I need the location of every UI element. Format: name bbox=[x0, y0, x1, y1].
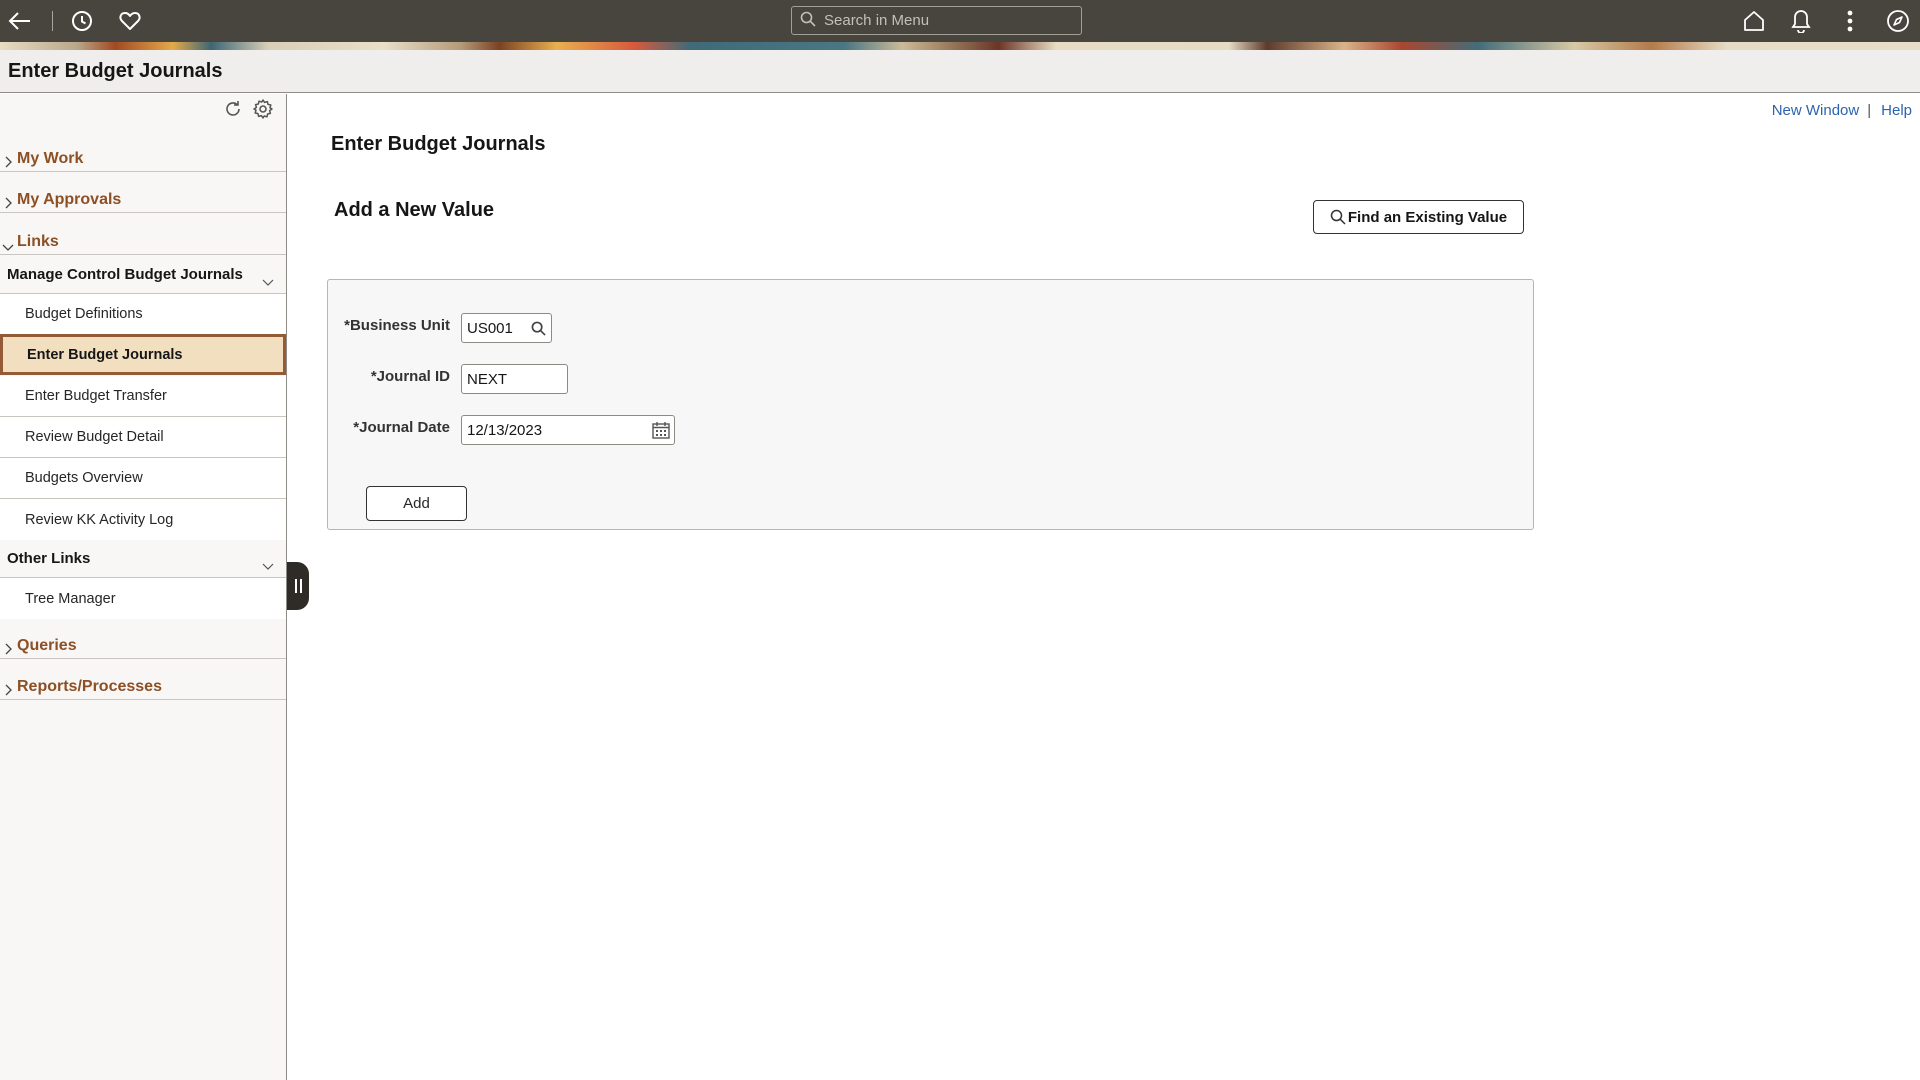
help-link[interactable]: Help bbox=[1881, 102, 1912, 119]
sidebar-item-tree-manager[interactable]: Tree Manager bbox=[0, 578, 286, 619]
header-links: New Window | Help bbox=[1772, 102, 1912, 119]
menu-search-box[interactable] bbox=[791, 6, 1082, 35]
left-sidebar: My Work My Approvals Links Manage Contro… bbox=[0, 94, 287, 1080]
sidebar-section-label: My Approvals bbox=[17, 191, 122, 208]
sidebar-group-other-links[interactable]: Other Links bbox=[0, 540, 286, 578]
chevron-down-icon bbox=[262, 558, 274, 576]
sidebar-section-reports-processes[interactable]: Reports/Processes bbox=[0, 659, 286, 700]
sidebar-item-budgets-overview[interactable]: Budgets Overview bbox=[0, 458, 286, 499]
home-icon[interactable] bbox=[1742, 9, 1766, 33]
settings-gear-icon[interactable] bbox=[252, 98, 274, 120]
business-unit-input[interactable] bbox=[462, 314, 525, 342]
journal-date-label: *Journal Date bbox=[353, 419, 450, 436]
sidebar-item-review-kk-activity-log[interactable]: Review KK Activity Log bbox=[0, 499, 286, 540]
lookup-search-icon[interactable] bbox=[525, 321, 551, 336]
favorites-heart-icon[interactable] bbox=[118, 9, 142, 33]
toolbar-divider bbox=[52, 11, 53, 31]
find-existing-value-label: Find an Existing Value bbox=[1347, 208, 1508, 226]
sidebar-tools bbox=[222, 98, 274, 120]
history-icon[interactable] bbox=[70, 9, 94, 33]
drag-handle-bar bbox=[299, 579, 302, 593]
page-title-bar: Enter Budget Journals bbox=[0, 50, 1920, 93]
journal-id-field bbox=[461, 364, 568, 394]
business-unit-field bbox=[461, 313, 552, 343]
sidebar-item-enter-budget-journals[interactable]: Enter Budget Journals bbox=[0, 334, 286, 375]
calendar-icon[interactable] bbox=[648, 420, 674, 440]
chevron-right-icon bbox=[0, 684, 16, 696]
sidebar-section-my-approvals[interactable]: My Approvals bbox=[0, 172, 286, 213]
chevron-down-icon bbox=[262, 274, 274, 292]
new-window-link[interactable]: New Window bbox=[1772, 102, 1860, 119]
sidebar-group-label: Manage Control Budget Journals bbox=[7, 266, 243, 283]
refresh-icon[interactable] bbox=[222, 98, 244, 120]
sidebar-group-label: Other Links bbox=[7, 550, 91, 567]
page-heading: Enter Budget Journals bbox=[331, 133, 546, 155]
sidebar-section-label: Queries bbox=[17, 637, 77, 654]
find-existing-value-button[interactable]: Find an Existing Value bbox=[1313, 200, 1524, 234]
sidebar-item-enter-budget-transfer[interactable]: Enter Budget Transfer bbox=[0, 376, 286, 417]
chevron-right-icon bbox=[0, 197, 16, 209]
chevron-down-icon bbox=[0, 243, 16, 251]
sidebar-group-manage-control-budget-journals[interactable]: Manage Control Budget Journals bbox=[0, 256, 286, 294]
search-icon bbox=[1330, 209, 1346, 225]
sidebar-section-label: My Work bbox=[17, 150, 84, 167]
drag-handle-bar bbox=[294, 579, 297, 593]
search-icon bbox=[800, 11, 816, 31]
sidebar-section-queries[interactable]: Queries bbox=[0, 618, 286, 659]
business-unit-label: *Business Unit bbox=[344, 317, 450, 334]
notifications-bell-icon[interactable] bbox=[1789, 9, 1813, 33]
journal-id-input[interactable] bbox=[462, 365, 567, 393]
back-arrow-icon[interactable] bbox=[8, 9, 32, 33]
sidebar-collapse-handle[interactable] bbox=[287, 562, 309, 610]
sidebar-item-budget-definitions[interactable]: Budget Definitions bbox=[0, 294, 286, 335]
sidebar-section-my-work[interactable]: My Work bbox=[0, 131, 286, 172]
add-value-form: *Business Unit *Journal ID *Journal Date… bbox=[327, 279, 1534, 530]
journal-date-field bbox=[461, 415, 675, 445]
add-button[interactable]: Add bbox=[366, 486, 467, 521]
journal-id-label: *Journal ID bbox=[370, 368, 450, 385]
sidebar-item-review-budget-detail[interactable]: Review Budget Detail bbox=[0, 417, 286, 458]
journal-date-input[interactable] bbox=[462, 416, 648, 444]
top-navigation-bar bbox=[0, 0, 1920, 42]
decorative-banner bbox=[0, 42, 1920, 50]
chevron-right-icon bbox=[0, 156, 16, 168]
sidebar-section-links[interactable]: Links bbox=[0, 214, 286, 255]
link-separator: | bbox=[1867, 102, 1872, 119]
menu-search-input[interactable] bbox=[822, 11, 1062, 30]
page-title: Enter Budget Journals bbox=[8, 60, 223, 82]
sidebar-section-label: Links bbox=[17, 233, 59, 250]
sidebar-section-label: Reports/Processes bbox=[17, 678, 162, 695]
actions-kebab-icon[interactable] bbox=[1838, 9, 1862, 33]
add-new-value-heading: Add a New Value bbox=[334, 199, 495, 221]
chevron-right-icon bbox=[0, 643, 16, 655]
navigator-compass-icon[interactable] bbox=[1886, 9, 1910, 33]
